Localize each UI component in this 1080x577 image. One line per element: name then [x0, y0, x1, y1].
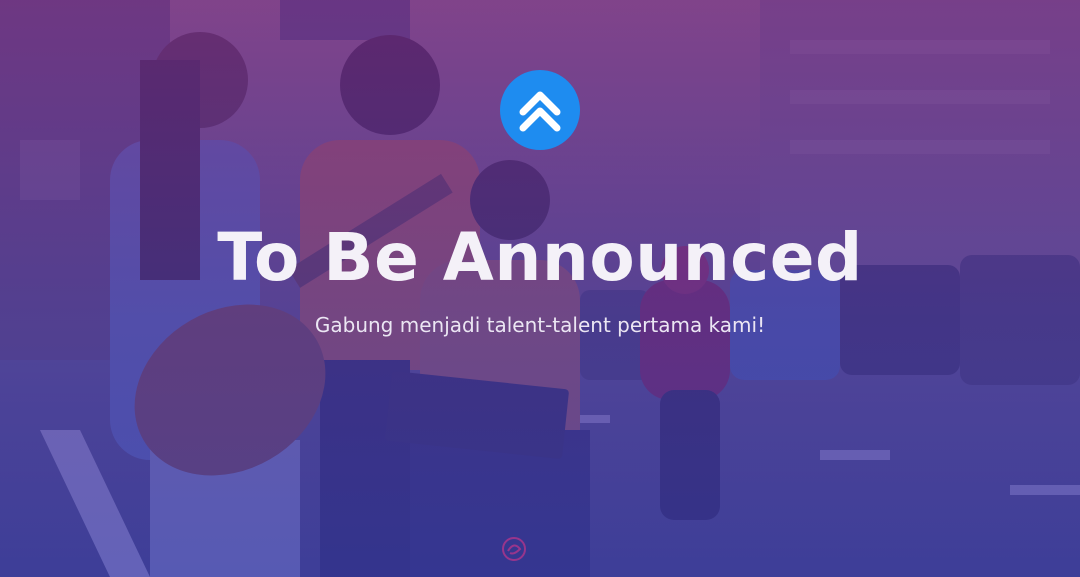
hero-banner: To Be Announced Gabung menjadi talent-ta… [0, 0, 1080, 577]
double-chevron-up-icon [500, 70, 580, 150]
page-subtitle: Gabung menjadi talent-talent pertama kam… [314, 313, 766, 337]
rapsodio-logo-icon [500, 535, 528, 563]
watermark [500, 535, 528, 563]
page-title: To Be Announced [217, 219, 863, 296]
